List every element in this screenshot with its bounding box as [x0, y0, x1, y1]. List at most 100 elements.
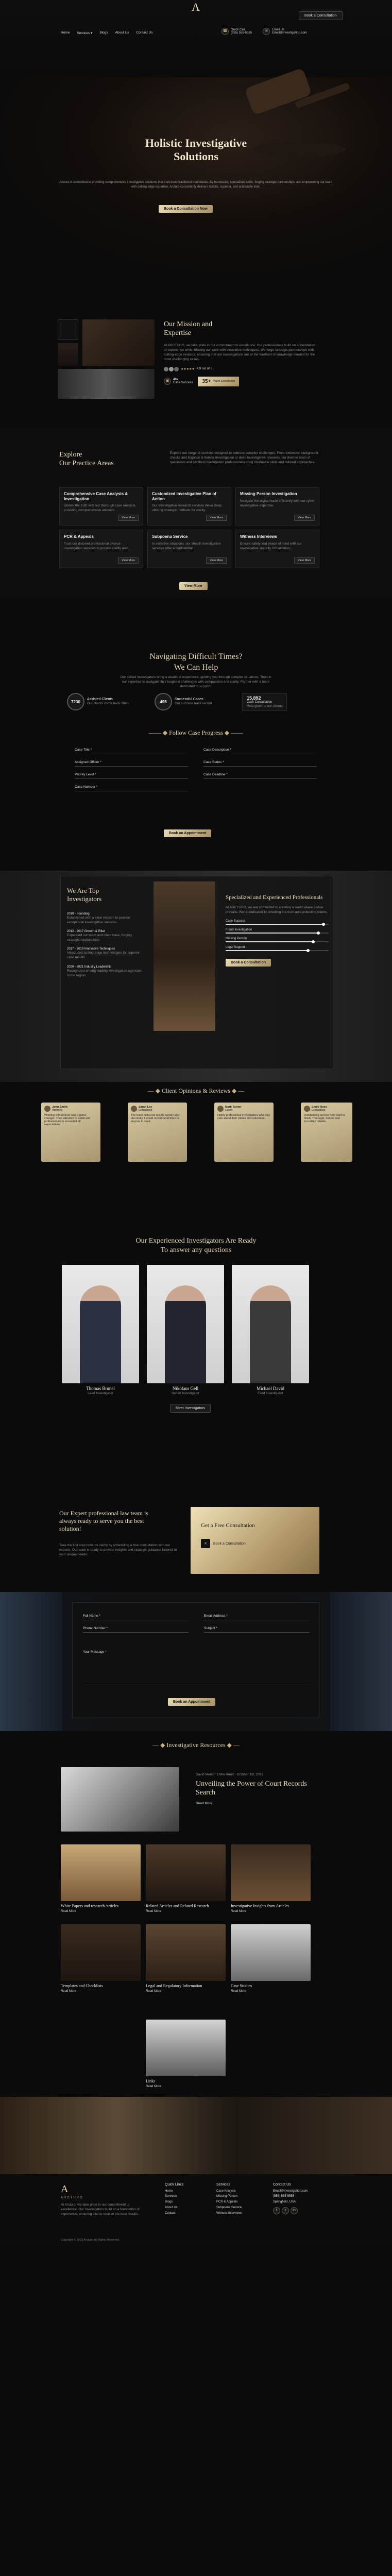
nav-about[interactable]: About Us: [115, 31, 129, 35]
phone-icon: ☎: [221, 28, 229, 35]
practice-card[interactable]: Subpoena Service In sensitive situations,…: [147, 530, 231, 568]
resource-card[interactable]: Links Read More: [146, 2020, 226, 2088]
footer-phone[interactable]: (555) 555-5555: [273, 2194, 308, 2199]
practice-card[interactable]: PCR & Appeals Trust our discreet professi…: [59, 530, 143, 568]
resource-card[interactable]: Investigative Insights from Articles Read…: [231, 1844, 311, 1913]
resource-card[interactable]: Case Studies Read More: [231, 1924, 311, 1993]
footer-link[interactable]: Blogs: [165, 2199, 183, 2205]
twitter-icon[interactable]: t: [282, 2207, 289, 2214]
team-consultation-button[interactable]: Book a Consultation: [226, 959, 271, 967]
facebook-icon[interactable]: f: [273, 2207, 280, 2214]
footer-email[interactable]: Email@Investigation.com: [273, 2189, 308, 2194]
assigned-officer-field[interactable]: Assigned Officer *: [75, 754, 188, 767]
investigators-title: Our Experienced Investigators Are Ready …: [135, 1237, 257, 1255]
footer-link[interactable]: Home: [165, 2189, 183, 2194]
footer-link[interactable]: Services: [165, 2194, 183, 2199]
site-footer: A ARCTURO At Arcturo, we take pride in o…: [0, 2174, 392, 2246]
skill-bar-handle: [312, 940, 315, 944]
read-more-link[interactable]: Read More: [61, 1910, 141, 1913]
view-more-link[interactable]: View More: [294, 557, 315, 564]
hero-title: Holistic Investigative Solutions: [145, 137, 247, 163]
resource-image: [61, 1844, 141, 1901]
view-more-link[interactable]: View More: [118, 515, 139, 521]
top-investigators-section: We Are Top Investigators 2010 - Founding…: [0, 871, 392, 1082]
resource-card[interactable]: Legal and Regulatory Information Read Mor…: [146, 1924, 226, 1993]
featured-post-title[interactable]: Unveiling the Power of Court Records Sea…: [196, 1780, 314, 1798]
featured-post-image[interactable]: [61, 1767, 179, 1832]
contact-submit-button[interactable]: Book an Appointment: [168, 1698, 216, 1706]
case-description-field[interactable]: Case Description *: [203, 742, 317, 754]
investigator-card[interactable]: [62, 1265, 139, 1383]
read-more-link[interactable]: Read More: [146, 1990, 226, 1993]
full-name-field[interactable]: Full Name *: [83, 1608, 189, 1620]
nav-home[interactable]: Home: [61, 31, 70, 35]
message-field[interactable]: Your Message *: [83, 1644, 310, 1685]
practice-view-more-button[interactable]: View More: [179, 582, 208, 590]
case-title-field[interactable]: Case Title *: [75, 742, 188, 754]
practice-card[interactable]: Witness Interviews Ensure safety and peac…: [235, 530, 319, 568]
investigator-photo: [80, 1285, 121, 1383]
footer-link[interactable]: Subpoena Service: [216, 2205, 242, 2211]
read-more-link[interactable]: Read More: [196, 1802, 314, 1805]
book-consultation-button[interactable]: Book a Consultation: [299, 11, 343, 20]
resource-image: [146, 1844, 226, 1901]
nav-contact[interactable]: Contact Us: [136, 31, 152, 35]
footer-quick-links: Quick Links Home Services Blogs About Us…: [165, 2182, 183, 2216]
case-status-field[interactable]: Case Status *: [203, 754, 317, 767]
nav-services[interactable]: Services ▾: [77, 31, 92, 35]
case-number-field[interactable]: Case Number *: [75, 779, 188, 791]
mail-icon: ✉: [263, 28, 270, 35]
footer-link[interactable]: Case Analysis: [216, 2189, 242, 2194]
case-progress-submit-button[interactable]: Book an Appointment: [164, 829, 212, 837]
read-more-link[interactable]: Read More: [61, 1990, 141, 1993]
resource-card[interactable]: White Papers and research Articles Read M…: [61, 1844, 141, 1913]
logo-mark: A: [192, 1, 200, 13]
view-more-link[interactable]: View More: [118, 557, 139, 564]
resource-card[interactable]: Related Articles and Related Research Rea…: [146, 1844, 226, 1913]
footer-logo[interactable]: A: [61, 2182, 143, 2196]
phone-contact[interactable]: ☎ Quick Call (555) 555-5555: [221, 28, 252, 35]
phone-number-field[interactable]: Phone Number *: [83, 1620, 189, 1633]
resource-card[interactable]: Templates and Checklists Read More: [61, 1924, 141, 1993]
read-more-link[interactable]: Read More: [146, 1910, 226, 1913]
logo[interactable]: A: [170, 0, 221, 25]
skill-bar-fill: [226, 941, 313, 943]
footer-link[interactable]: Missing Person: [216, 2194, 242, 2199]
stat-case-consultation: 15,892 Case Consultation Help given to our…: [242, 693, 287, 711]
skill-bar: Case Success: [226, 920, 329, 926]
email-address-field[interactable]: Email Address *: [204, 1608, 310, 1620]
view-more-link[interactable]: View More: [206, 557, 227, 564]
hero-cta-button[interactable]: Book a Consultation Now: [159, 205, 213, 213]
footer-link[interactable]: Witness Interviews: [216, 2211, 242, 2216]
team-title: We Are Top Investigators: [67, 887, 102, 903]
view-more-link[interactable]: View More: [206, 515, 227, 521]
read-more-link[interactable]: Read More: [231, 1990, 311, 1993]
practice-card[interactable]: Missing Person Investigation Navigate the…: [235, 487, 319, 526]
case-deadline-field[interactable]: Case Deadline *: [203, 767, 317, 779]
hero-description: Arcturo is committed to providing compre…: [59, 181, 332, 189]
linkedin-icon[interactable]: in: [291, 2207, 298, 2214]
contact-form-section: Full Name * Phone Number * Email Address…: [0, 1592, 392, 1731]
resources-title: — ◆ Investigative Resources ◆ —: [152, 1741, 240, 1749]
view-more-link[interactable]: View More: [294, 515, 315, 521]
spec-body: At ARCTURO, we are committed to creating…: [226, 906, 328, 914]
skill-bar-fill: [226, 933, 318, 934]
footer-link[interactable]: Contact: [165, 2211, 183, 2216]
footer-link[interactable]: About Us: [165, 2205, 183, 2211]
free-consultation-card[interactable]: Get a Free Consultation ✕ Book a Consulta…: [191, 1507, 319, 1574]
investigator-card[interactable]: [147, 1265, 224, 1383]
investigator-photo: [250, 1285, 291, 1383]
nav-blogs[interactable]: Blogs: [99, 31, 108, 35]
email-contact[interactable]: ✉ Email Us Email@Investigation.com: [263, 28, 307, 35]
meet-investigators-button[interactable]: Meet Investigators: [170, 1404, 211, 1413]
footer-link[interactable]: PCR & Appeals: [216, 2199, 242, 2205]
resources-section: — ◆ Investigative Resources ◆ — David Me…: [0, 1731, 392, 2020]
lawteam-title: Our Expert professional law team is alwa…: [59, 1510, 148, 1532]
read-more-link[interactable]: Read More: [231, 1910, 311, 1913]
priority-level-field[interactable]: Priority Level *: [75, 767, 188, 779]
investigator-card[interactable]: [232, 1265, 309, 1383]
practice-card[interactable]: Customized Investigative Plan of Action O…: [147, 487, 231, 526]
read-more-link[interactable]: Read More: [146, 2085, 226, 2088]
subject-field[interactable]: Subject *: [204, 1620, 310, 1633]
practice-card[interactable]: Comprehensive Case Analysis & Investigat…: [59, 487, 143, 526]
